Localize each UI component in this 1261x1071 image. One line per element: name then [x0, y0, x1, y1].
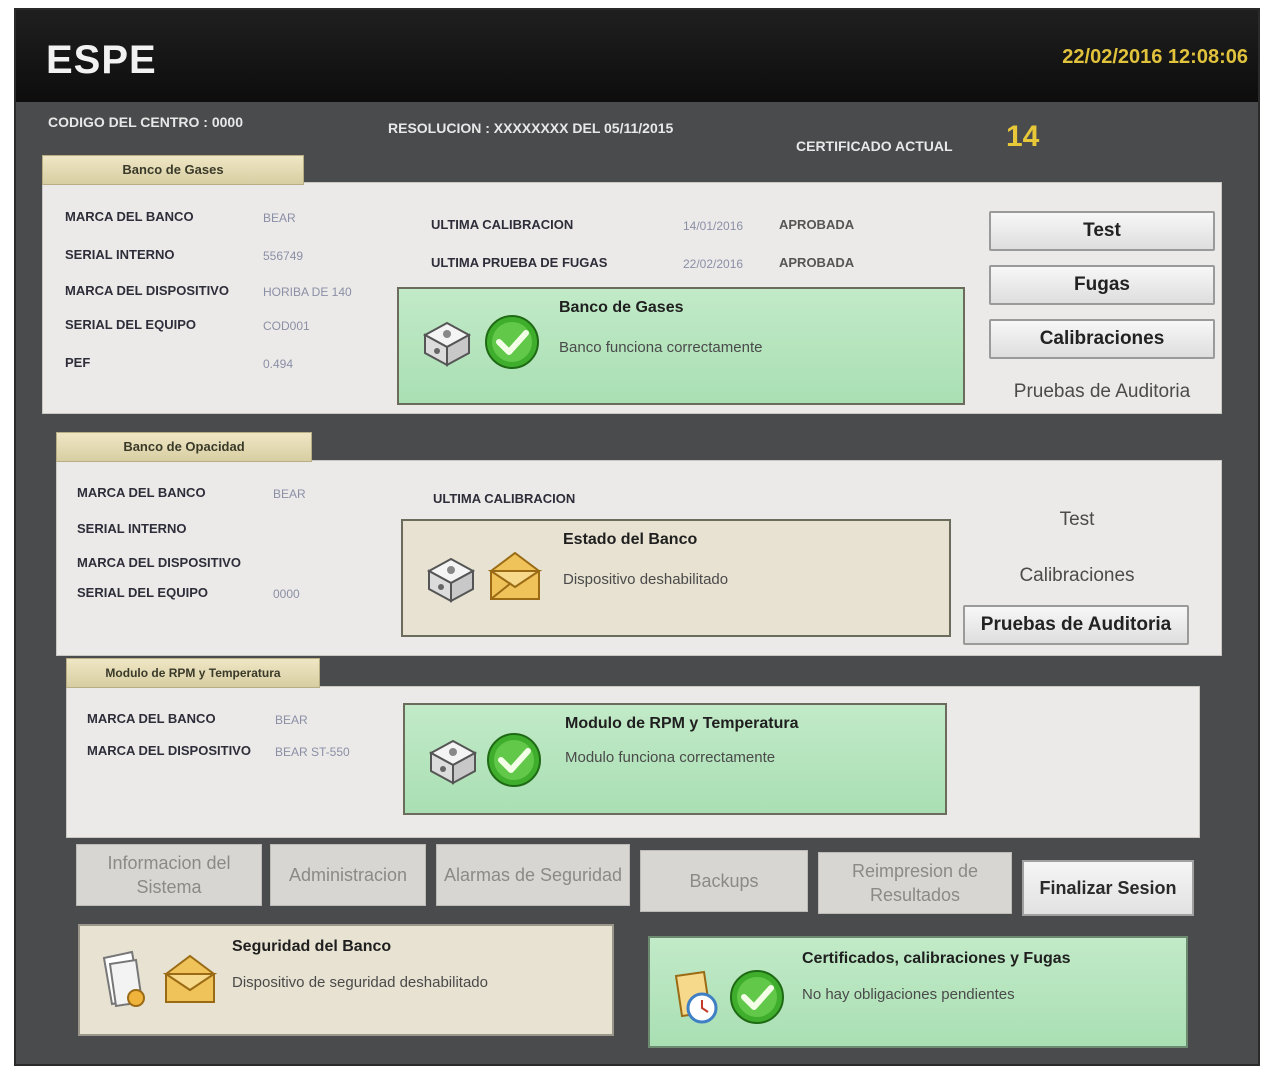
gas-last-leak-date: 22/02/2016 — [683, 257, 744, 271]
rpm-status-title: Modulo de RPM y Temperatura — [565, 715, 799, 732]
cert-label: CERTIFICADO ACTUAL — [796, 138, 953, 154]
gas-equip-serial-value: COD001 — [263, 319, 310, 333]
gas-device-label: MARCA DEL DISPOSITIVO — [65, 283, 229, 298]
gas-last-cal-status: APROBADA — [779, 217, 855, 232]
opacity-bank-tab[interactable]: Banco de Opacidad — [56, 432, 312, 462]
gas-last-leak-status: APROBADA — [779, 255, 855, 270]
opacity-bank-panel: MARCA DEL BANCO BEAR SERIAL INTERNO MARC… — [56, 460, 1222, 656]
bank-security-title: Seguridad del Banco — [232, 938, 392, 955]
opacity-audit-button[interactable]: Pruebas de Auditoria — [963, 605, 1189, 645]
bank-security-status: Seguridad del Banco Dispositivo de segur… — [78, 924, 614, 1036]
gas-bank-panel: MARCA DEL BANCO BEAR SERIAL INTERNO 5567… — [42, 182, 1222, 414]
opacity-serial-label: SERIAL INTERNO — [77, 521, 187, 536]
certificates-title: Certificados, calibraciones y Fugas — [802, 950, 1071, 967]
opacity-device-label: MARCA DEL DISPOSITIVO — [77, 555, 241, 570]
gas-bank-status: Banco de Gases Banco funciona correctame… — [397, 287, 965, 405]
opacity-brand-label: MARCA DEL BANCO — [77, 485, 206, 500]
rpm-status-text: Modulo funciona correctamente — [565, 749, 776, 766]
title-bar: ESPE 22/02/2016 12:08:06 — [16, 10, 1258, 102]
opacity-equip-serial-label: SERIAL DEL EQUIPO — [77, 585, 208, 600]
documents-icon — [102, 950, 145, 1008]
opacity-brand-value: BEAR — [273, 487, 306, 501]
datetime: 22/02/2016 12:08:06 — [1062, 46, 1248, 68]
nav-system-info-button[interactable]: Informacion del Sistema — [76, 844, 262, 906]
nav-admin-button[interactable]: Administracion — [270, 844, 426, 906]
gas-pef-value: 0.494 — [263, 357, 294, 371]
check-ok-icon — [485, 315, 539, 369]
rpm-brand-label: MARCA DEL BANCO — [87, 711, 216, 726]
gas-brand-value: BEAR — [263, 211, 296, 225]
envelope-icon — [487, 551, 543, 600]
opacity-bank-status: Estado del Banco Dispositivo deshabilita… — [401, 519, 951, 637]
rpm-module-status: Modulo de RPM y Temperatura Modulo funci… — [403, 703, 947, 815]
gas-status-text: Banco funciona correctamente — [559, 339, 763, 356]
opacity-test-button[interactable]: Test — [967, 509, 1187, 531]
gas-serial-label: SERIAL INTERNO — [65, 247, 175, 262]
logout-button[interactable]: Finalizar Sesion — [1022, 860, 1194, 916]
rpm-device-value: BEAR ST-550 — [275, 745, 350, 759]
bank-security-text: Dispositivo de seguridad deshabilitado — [232, 974, 488, 991]
center-code: CODIGO DEL CENTRO : 0000 — [48, 114, 244, 130]
gas-status-title: Banco de Gases — [559, 299, 684, 316]
resolution: RESOLUCION : XXXXXXXX DEL 05/11/2015 — [388, 120, 674, 136]
gas-bank-tab[interactable]: Banco de Gases — [42, 155, 304, 185]
check-ok-icon — [487, 733, 541, 787]
gas-pef-label: PEF — [65, 355, 91, 370]
gas-last-cal-date: 14/01/2016 — [683, 219, 744, 233]
gas-leaks-button[interactable]: Fugas — [989, 265, 1215, 305]
rpm-module-panel: MARCA DEL BANCO BEAR MARCA DEL DISPOSITI… — [66, 686, 1200, 838]
gas-last-leak-label: ULTIMA PRUEBA DE FUGAS — [431, 255, 608, 270]
rpm-brand-value: BEAR — [275, 713, 308, 727]
clock-documents-icon — [674, 970, 718, 1024]
gas-brand-label: MARCA DEL BANCO — [65, 209, 194, 224]
gas-test-button[interactable]: Test — [989, 211, 1215, 251]
opacity-status-text: Dispositivo deshabilitado — [563, 571, 729, 588]
nav-backups-button[interactable]: Backups — [640, 850, 808, 912]
nav-alarms-button[interactable]: Alarmas de Seguridad — [436, 844, 630, 906]
opacity-calibrations-button[interactable]: Calibraciones — [967, 565, 1187, 587]
gas-serial-value: 556749 — [263, 249, 304, 263]
rpm-device-label: MARCA DEL DISPOSITIVO — [87, 743, 251, 758]
cert-number: 14 — [1006, 120, 1040, 153]
gas-equip-serial-label: SERIAL DEL EQUIPO — [65, 317, 196, 332]
rpm-module-tab[interactable]: Modulo de RPM y Temperatura — [66, 658, 320, 688]
certificates-text: No hay obligaciones pendientes — [802, 986, 1015, 1003]
gas-audit-button[interactable]: Pruebas de Auditoria — [989, 381, 1215, 403]
opacity-last-cal-label: ULTIMA CALIBRACION — [433, 491, 576, 506]
app-title: ESPE — [46, 38, 157, 82]
gas-last-cal-label: ULTIMA CALIBRACION — [431, 217, 574, 232]
envelope-icon — [162, 954, 218, 1003]
device-box-icon — [428, 739, 478, 785]
gas-device-value: HORIBA DE 140 — [263, 285, 352, 299]
app-window: ESPE 22/02/2016 12:08:06 CODIGO DEL CENT… — [14, 8, 1260, 1066]
device-box-icon — [422, 321, 472, 367]
opacity-status-title: Estado del Banco — [563, 531, 698, 548]
certificates-status: Certificados, calibraciones y Fugas No h… — [648, 936, 1188, 1048]
opacity-equip-serial-value: 0000 — [273, 587, 300, 601]
gas-calibrations-button[interactable]: Calibraciones — [989, 319, 1215, 359]
nav-reprint-button[interactable]: Reimpresion de Resultados — [818, 852, 1012, 914]
check-ok-icon — [730, 970, 784, 1024]
device-box-icon — [426, 557, 476, 603]
